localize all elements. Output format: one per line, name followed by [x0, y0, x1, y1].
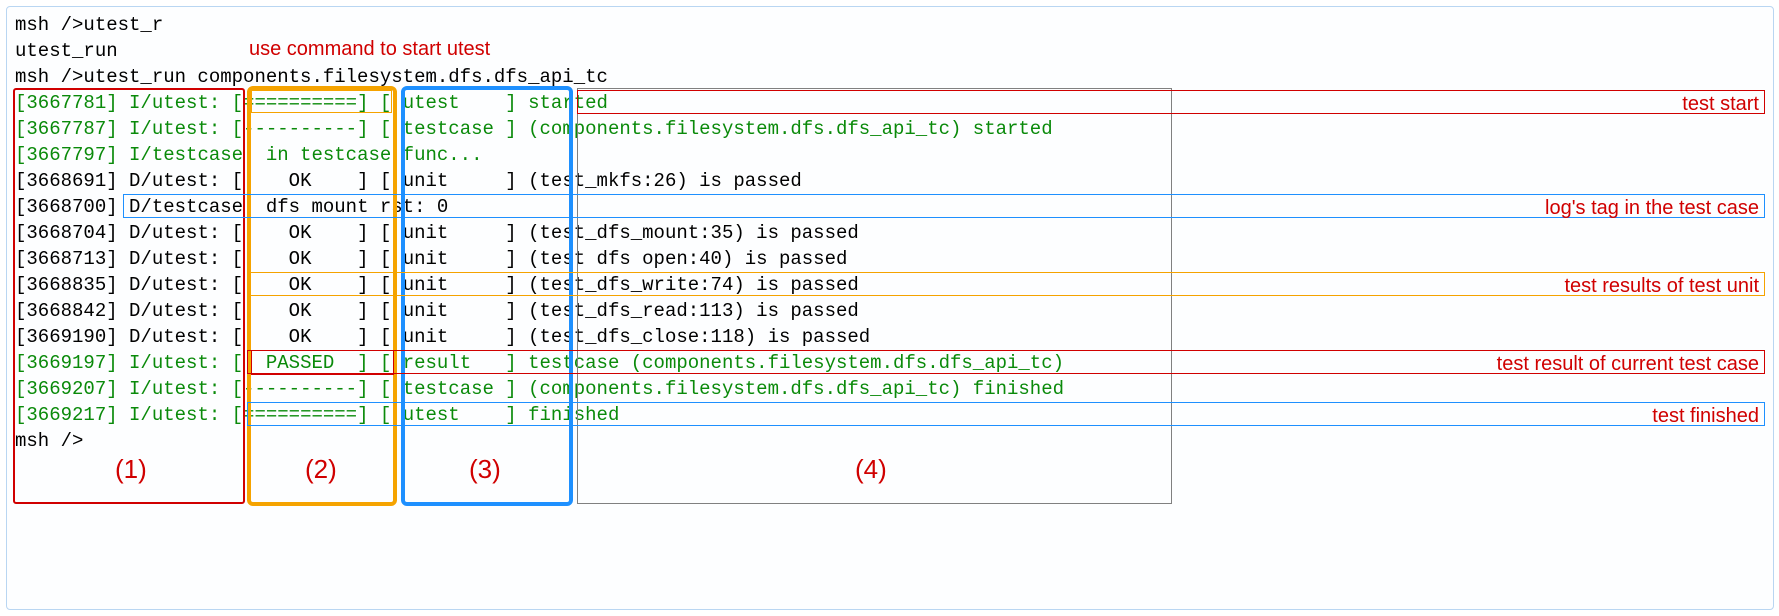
col1-outline: [13, 88, 245, 504]
col-label-2: (2): [305, 456, 337, 482]
col4-outline: [577, 88, 1172, 504]
terminal-frame: msh />utest_r utest_run msh />utest_run …: [6, 6, 1774, 610]
row-highlight-finished: [247, 402, 1765, 426]
annotation-start: test start: [1682, 91, 1759, 117]
row-highlight-unit: [247, 272, 1765, 296]
prompt-line: msh />utest_r: [15, 12, 1765, 38]
col2-outline: [247, 86, 397, 506]
row-highlight-tag: [123, 194, 1765, 218]
annotation-tag: log's tag in the test case: [1545, 195, 1759, 221]
status-highlight: [251, 90, 392, 113]
annotation-result: test result of current test case: [1497, 351, 1759, 377]
col-label-1: (1): [115, 456, 147, 482]
annotation-unit: test results of test unit: [1564, 273, 1759, 299]
col-label-3: (3): [469, 456, 501, 482]
row-highlight-start: [577, 90, 1765, 114]
col-label-4: (4): [855, 456, 887, 482]
annotation-finished: test finished: [1652, 403, 1759, 429]
col3-outline: [401, 86, 573, 506]
annotation-top: use command to start utest: [249, 36, 490, 62]
